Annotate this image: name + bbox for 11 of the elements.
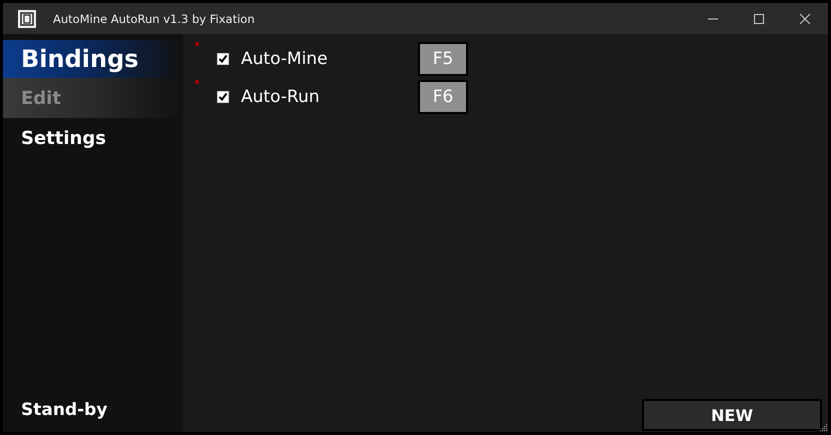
checkbox[interactable] [217, 53, 229, 65]
status-text: Stand-by [20, 400, 108, 420]
binding-label: Auto-Mine [241, 49, 329, 69]
sidebar-item[interactable]: Settings [3, 118, 183, 158]
window-title: AutoMine AutoRun v1.3 by Fixation [53, 12, 255, 26]
checkbox[interactable] [217, 91, 229, 103]
new-button[interactable]: NEW [642, 399, 822, 431]
dot-icon [195, 80, 199, 84]
app-icon [17, 8, 37, 28]
binding-label: Auto-Run [241, 87, 321, 107]
dot-icon [195, 42, 199, 46]
